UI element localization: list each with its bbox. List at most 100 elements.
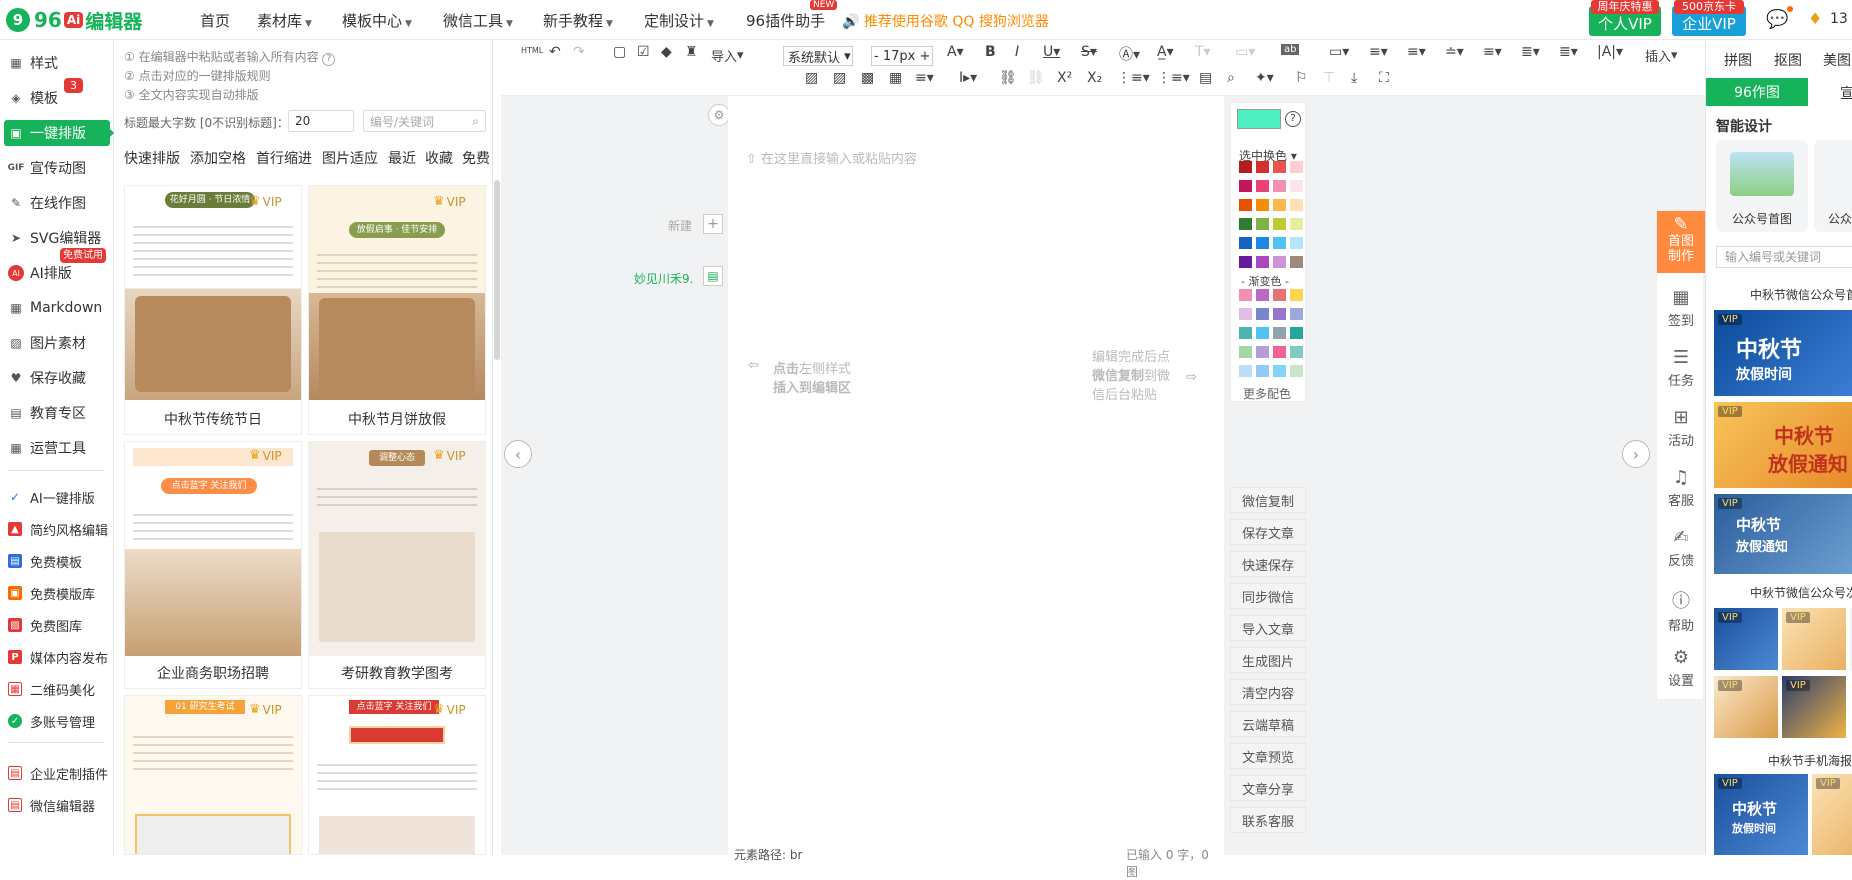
editor-canvas[interactable]: ⇧ 在这里直接输入或粘贴内容 ⇦ 点击左侧样式 插入到编辑区 编辑完成后点 微信… xyxy=(728,96,1224,879)
import-article-button[interactable]: 导入文章 xyxy=(1230,615,1306,641)
collapse-right-button[interactable]: › xyxy=(1622,440,1650,468)
cloud-draft-button[interactable]: 云端草稿 xyxy=(1230,711,1306,737)
sidebar-link-wechat-editor[interactable]: ▤ 微信编辑器 xyxy=(8,794,95,816)
row-icon[interactable]: ≡▾ xyxy=(915,70,934,86)
tab-beautify[interactable]: 美图 xyxy=(1823,50,1851,70)
cat-quick[interactable]: 快速排版 xyxy=(124,148,180,168)
nav-plugin[interactable]: 96插件助手 xyxy=(746,10,825,31)
panel-scrollbar[interactable] xyxy=(494,180,500,360)
sidebar-item-ai[interactable]: AI AI排版 xyxy=(8,260,72,286)
color-swatch[interactable] xyxy=(1239,365,1252,377)
sidebar-link-enterprise-plugin[interactable]: ▤ 企业定制插件 xyxy=(8,762,108,784)
color-swatch[interactable] xyxy=(1273,256,1286,268)
color-swatch[interactable] xyxy=(1290,218,1303,230)
color-swatch[interactable] xyxy=(1273,289,1286,301)
nav-tutorial[interactable]: 新手教程 ▼ xyxy=(543,10,613,31)
cover-thumb-card-2[interactable]: 公众 xyxy=(1814,140,1852,232)
search-replace-icon[interactable]: ⌕ xyxy=(1227,70,1235,86)
indent-icon[interactable]: ≡▾ xyxy=(1407,44,1426,60)
help-icon[interactable]: ? xyxy=(1285,111,1301,127)
text-shadow-icon[interactable]: A̲▾ xyxy=(1157,44,1174,60)
preview-button[interactable]: 文章预览 xyxy=(1230,743,1306,769)
template-card[interactable]: 点击蓝字 关注我们 ♛ VIP 企业商务职场招聘 xyxy=(124,441,302,689)
sidebar-link-simple-editor[interactable]: ▲ 简约风格编辑 xyxy=(8,518,108,540)
letter-spacing-icon[interactable]: |A|▾ xyxy=(1597,44,1623,60)
sidebar-link-free-images[interactable]: ▨ 免费图库 xyxy=(8,614,82,636)
poster-thumb-small[interactable]: VIP xyxy=(1782,676,1846,738)
import-button[interactable]: 导入 ▾ xyxy=(711,46,744,65)
sidebar-link-free-templates[interactable]: ▤ 免费模板 xyxy=(8,550,82,572)
poster-thumb-small[interactable]: VIP xyxy=(1714,676,1778,738)
align-icon[interactable]: ≡▾ xyxy=(1369,44,1388,60)
bold-icon[interactable]: B xyxy=(985,44,996,60)
redo-icon[interactable]: ↷ xyxy=(573,44,585,60)
cat-recent[interactable]: 最近 xyxy=(388,148,416,168)
color-swatch[interactable] xyxy=(1256,218,1269,230)
box-icon[interactable]: ▭▾ xyxy=(1329,44,1349,60)
sidebar-item-online-design[interactable]: ✎ 在线作图 xyxy=(8,190,86,216)
sidebar-item-auto-layout[interactable]: ▣ 一键排版 xyxy=(4,120,110,146)
color-swatch[interactable] xyxy=(1239,256,1252,268)
cat-favorite[interactable]: 收藏 xyxy=(425,148,453,168)
sidebar-item-education[interactable]: ▤ 教育专区 xyxy=(8,400,86,426)
sidebar-link-multi-account[interactable]: ✓ 多账号管理 xyxy=(8,710,95,732)
tool-feedback[interactable]: ✍ 反馈 xyxy=(1657,527,1705,569)
color-swatch[interactable] xyxy=(1290,199,1303,211)
paragraph-icon[interactable]: ≣▾ xyxy=(1521,44,1540,60)
top-icon[interactable]: ⊤ xyxy=(1323,70,1335,86)
color-swatch[interactable] xyxy=(1239,308,1252,320)
subtab-promo[interactable]: 宣 xyxy=(1840,83,1852,103)
clear-format-icon[interactable]: T▾ xyxy=(1195,44,1211,60)
color-swatch[interactable] xyxy=(1273,237,1286,249)
image-multi-icon[interactable]: ▨ xyxy=(833,70,846,86)
italic-icon[interactable]: I xyxy=(1015,44,1019,60)
color-swatch[interactable] xyxy=(1273,308,1286,320)
check-doc-icon[interactable]: ☑ xyxy=(637,44,650,60)
template-card[interactable]: 调整心态 ♛ VIP 考研教育教学图考 xyxy=(308,441,486,689)
color-swatch[interactable] xyxy=(1290,327,1303,339)
nav-materials[interactable]: 素材库 ▼ xyxy=(257,10,312,31)
color-swatch[interactable] xyxy=(1256,327,1269,339)
user-label[interactable]: 妙见川禾9. xyxy=(634,270,693,287)
cat-space[interactable]: 添加空格 xyxy=(190,148,246,168)
color-swatch[interactable] xyxy=(1256,308,1269,320)
sidebar-item-styles[interactable]: ▦ 样式 xyxy=(8,50,58,76)
color-swatch[interactable] xyxy=(1239,237,1252,249)
sidebar-item-ops-tools[interactable]: ▦ 运营工具 xyxy=(8,435,86,461)
diamond-icon[interactable]: ♦ xyxy=(1808,9,1822,28)
color-swatch[interactable] xyxy=(1273,365,1286,377)
color-swatch[interactable] xyxy=(1290,365,1303,377)
sidebar-item-gif[interactable]: GIF 宣传动图 xyxy=(8,155,86,181)
right-search-input[interactable]: 输入编号或关键词 xyxy=(1716,246,1852,268)
color-swatch[interactable] xyxy=(1256,237,1269,249)
doc-list-icon[interactable]: ▤ xyxy=(703,266,723,286)
poster-thumb[interactable]: VIP 中秋节 放假通知 xyxy=(1714,494,1852,574)
nav-custom-design[interactable]: 定制设计 ▼ xyxy=(644,10,714,31)
logo[interactable]: 9 96 Ai 编辑器 xyxy=(6,6,142,34)
ab-icon[interactable]: ab xyxy=(1281,44,1300,55)
poster-thumb-small[interactable]: VIP xyxy=(1782,608,1846,670)
tool-tasks[interactable]: ☰ 任务 xyxy=(1657,347,1705,389)
message-icon[interactable]: 💬 xyxy=(1766,9,1788,30)
cat-image-fit[interactable]: 图片适应 xyxy=(322,148,378,168)
user-id[interactable]: 13 xyxy=(1830,11,1848,27)
unlink-icon[interactable]: ⛓ xyxy=(1027,70,1045,86)
color-swatch[interactable] xyxy=(1256,180,1269,192)
tool-settings[interactable]: ⚙ 设置 xyxy=(1657,647,1705,689)
new-doc-button[interactable]: + xyxy=(703,214,723,234)
help-icon[interactable]: ? xyxy=(322,53,336,66)
clear-content-button[interactable]: 清空内容 xyxy=(1230,679,1306,705)
color-swatch[interactable] xyxy=(1290,256,1303,268)
download-icon[interactable]: ⤓ xyxy=(1351,70,1357,86)
color-swatch[interactable] xyxy=(1273,199,1286,211)
more-colors-link[interactable]: 更多配色 xyxy=(1243,385,1291,402)
vertical-align-icon[interactable]: I▸▾ xyxy=(959,70,977,86)
tool-help[interactable]: ⓘ 帮助 xyxy=(1657,587,1705,634)
color-swatch[interactable] xyxy=(1256,365,1269,377)
share-button[interactable]: 文章分享 xyxy=(1230,775,1306,801)
paste-icon[interactable]: ▤ xyxy=(1199,70,1212,86)
font-family-select[interactable]: 系统默认 ▾ xyxy=(783,46,853,66)
tab-collage[interactable]: 拼图 xyxy=(1724,50,1752,70)
fullscreen-icon[interactable]: ⛶ xyxy=(1379,70,1389,86)
template-card[interactable]: 01 研究生考试 ♛ VIP xyxy=(124,695,302,855)
